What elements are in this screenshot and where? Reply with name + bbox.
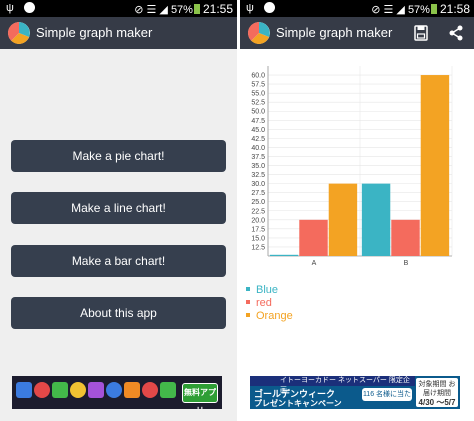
ad-subheadline: プレゼントキャンペーン <box>254 399 342 408</box>
clock: 21:58 <box>439 2 470 16</box>
y-tick-label: 45.0 <box>251 127 265 134</box>
y-tick-label: 40.0 <box>251 145 265 152</box>
ad-calendar-range: 4/30 ～5/7 <box>418 398 456 407</box>
signal-icon: ◢ <box>396 4 405 16</box>
ad-badge: 116 名様に当たる!! <box>362 388 412 409</box>
y-tick-label: 17.5 <box>251 226 265 233</box>
bar <box>420 75 450 256</box>
y-tick-label: 60.0 <box>251 73 265 80</box>
ad-gem-icon <box>34 382 50 398</box>
legend-swatch <box>246 313 250 317</box>
mute-icon: ⊘ <box>371 4 381 16</box>
status-icons: ⊘ ☰ ◢ 57% 21:55 <box>134 2 233 16</box>
y-tick-label: 57.5 <box>251 82 265 89</box>
status-icons: ⊘ ☰ ◢ 57% 21:58 <box>371 2 470 16</box>
make-line-chart-button[interactable]: Make a line chart! <box>11 192 226 224</box>
app-title: Simple graph maker <box>276 25 393 40</box>
ad-gem-icon <box>106 382 122 398</box>
mute-icon: ⊘ <box>134 4 144 16</box>
bar <box>269 254 299 256</box>
y-tick-label: 55.0 <box>251 91 265 98</box>
x-tick-label: B <box>404 260 409 267</box>
make-pie-chart-button[interactable]: Make a pie chart! <box>11 140 226 172</box>
clock: 21:55 <box>202 2 233 16</box>
y-tick-label: 22.5 <box>251 208 265 215</box>
legend-label: Blue <box>256 284 279 296</box>
bar <box>299 219 328 256</box>
status-bar: ψ ⊘ ☰ ◢ 57% 21:55 <box>0 0 237 17</box>
usb-icon: ψ <box>6 2 14 14</box>
legend-label: Orange <box>256 310 293 322</box>
app-logo-icon <box>8 22 30 44</box>
bar <box>328 183 358 256</box>
usb-icon: ψ <box>246 2 254 14</box>
y-tick-label: 27.5 <box>251 190 265 197</box>
save-icon[interactable] <box>414 25 428 41</box>
ad-banner[interactable]: 無料アプリ <box>12 376 222 409</box>
y-tick-label: 47.5 <box>251 118 265 125</box>
chart-legend: Blue red Orange <box>246 284 293 323</box>
ad-gem-icon <box>52 382 68 398</box>
bar <box>361 183 391 256</box>
ad-calendar-head: 対象期間 お届け期間 <box>418 381 456 397</box>
y-tick-label: 12.5 <box>251 244 265 251</box>
app-title: Simple graph maker <box>36 25 153 40</box>
status-bar: ψ ⊘ ☰ ◢ 57% 21:58 <box>240 0 474 17</box>
ad-gem-icon <box>16 382 32 398</box>
y-tick-label: 37.5 <box>251 154 265 161</box>
bar-chart-screen: ψ ⊘ ☰ ◢ 57% 21:58 Simple graph maker 12.… <box>240 0 474 421</box>
ad-calendar: 対象期間 お届け期間 4/30 ～5/7 <box>416 378 458 407</box>
ad-gem-icon <box>88 382 104 398</box>
legend-item: Blue <box>246 284 293 297</box>
battery-icon <box>430 4 437 14</box>
legend-swatch <box>246 300 250 304</box>
y-tick-label: 32.5 <box>251 172 265 179</box>
y-tick-label: 42.5 <box>251 136 265 143</box>
app-bar: Simple graph maker <box>240 17 474 49</box>
ad-free-app-button[interactable]: 無料アプリ <box>182 383 218 409</box>
app-logo-icon <box>248 22 270 44</box>
battery-label: 57% <box>170 4 193 16</box>
ad-gem-icon <box>142 382 158 398</box>
y-tick-label: 30.0 <box>251 181 265 188</box>
y-tick-label: 52.5 <box>251 100 265 107</box>
legend-item: red <box>246 297 293 310</box>
ad-gem-icon <box>70 382 86 398</box>
battery-icon <box>193 4 200 14</box>
wifi-icon: ☰ <box>146 4 157 16</box>
chat-icon <box>24 2 35 13</box>
make-bar-chart-button[interactable]: Make a bar chart! <box>11 245 226 277</box>
ad-gem-icon <box>124 382 140 398</box>
main-menu-screen: ψ ⊘ ☰ ◢ 57% 21:55 Simple graph maker Make… <box>0 0 237 421</box>
legend-swatch <box>246 287 250 291</box>
ad-gem-icon <box>160 382 176 398</box>
bar <box>391 219 420 256</box>
bar-chart: 12.5 15.0 17.5 20.0 22.5 25.0 27.5 30.0 32.5 35.0… <box>251 66 453 267</box>
y-tick-label: 35.0 <box>251 163 265 170</box>
app-bar: Simple graph maker <box>0 17 237 49</box>
y-tick-label: 25.0 <box>251 199 265 206</box>
y-tick-label: 50.0 <box>251 109 265 116</box>
about-app-button[interactable]: About this app <box>11 297 226 329</box>
chat-icon <box>264 2 275 13</box>
signal-icon: ◢ <box>159 4 168 16</box>
y-tick-label: 20.0 <box>251 217 265 224</box>
x-tick-label: A <box>312 260 317 267</box>
share-icon[interactable] <box>448 24 464 42</box>
legend-label: red <box>256 297 272 309</box>
ad-banner[interactable]: イトーヨーカドー ネットスーパー 限定企画 ゴールデンウィーク プレゼントキャン… <box>250 376 460 409</box>
legend-item: Orange <box>246 310 293 323</box>
ad-top-text: イトーヨーカドー ネットスーパー 限定企画 <box>250 376 415 394</box>
wifi-icon: ☰ <box>383 4 394 16</box>
battery-label: 57% <box>407 4 430 16</box>
y-tick-label: 15.0 <box>251 235 265 242</box>
